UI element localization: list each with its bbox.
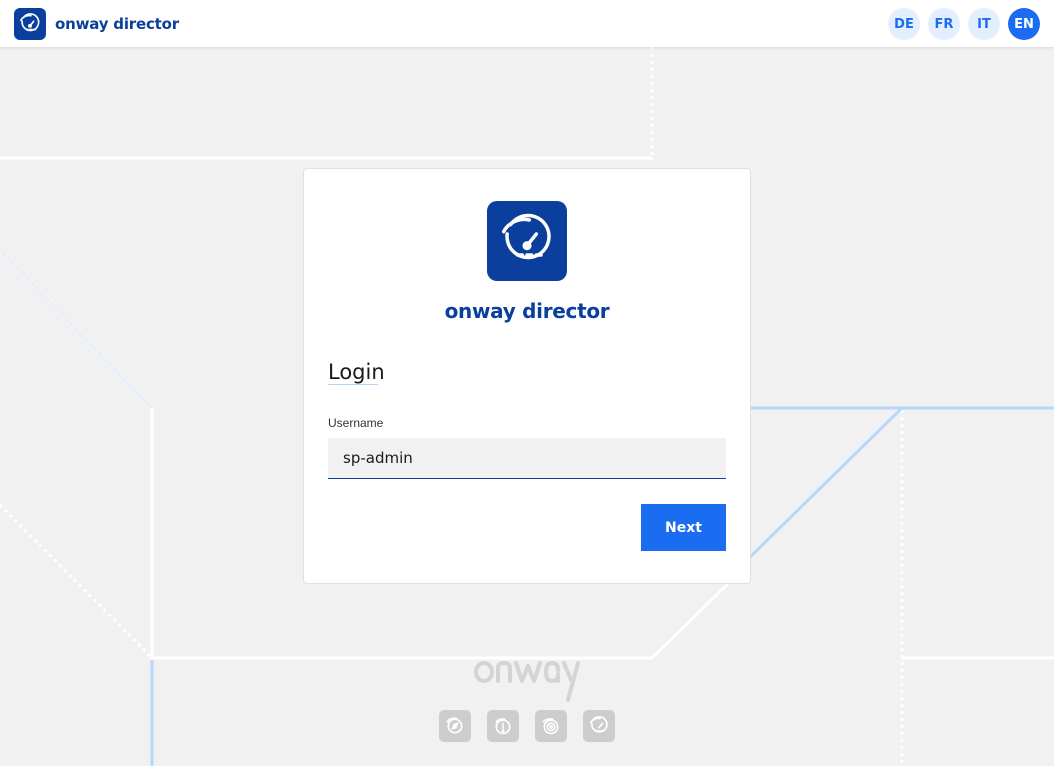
card-app-name: onway director: [444, 299, 610, 323]
compass-app-icon: [439, 710, 471, 742]
speedometer-logo-icon: [14, 7, 46, 40]
lang-fr-button[interactable]: FR: [928, 8, 960, 40]
footer-app-icons: [439, 710, 615, 742]
onway-wordmark-logo: [474, 661, 580, 702]
language-switcher: DE FR IT EN: [888, 8, 1040, 40]
dashboard-app-icon: [583, 710, 615, 742]
info-app-icon: [487, 710, 519, 742]
speedometer-logo-icon: [487, 201, 567, 281]
signal-app-icon: [535, 710, 567, 742]
username-label: Username: [328, 416, 384, 430]
lang-en-button[interactable]: EN: [1008, 8, 1040, 40]
username-input[interactable]: [328, 438, 726, 479]
lang-de-button[interactable]: DE: [888, 8, 920, 40]
lang-it-button[interactable]: IT: [968, 8, 1000, 40]
heading-underline: [328, 384, 378, 385]
header-app-name: onway director: [55, 14, 179, 33]
login-card: onway director Login Username Next: [303, 168, 751, 584]
next-button[interactable]: Next: [641, 504, 726, 551]
top-bar: onway director DE FR IT EN: [0, 0, 1054, 47]
header-brand[interactable]: onway director: [14, 7, 179, 40]
login-heading: Login: [328, 360, 385, 384]
